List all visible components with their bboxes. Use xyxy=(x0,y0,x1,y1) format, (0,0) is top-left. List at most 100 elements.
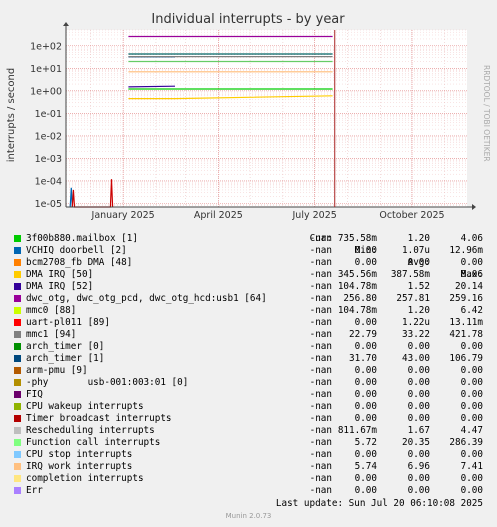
legend-avg: 33.22 xyxy=(402,329,430,340)
chart-title: Individual interrupts - by year xyxy=(151,12,345,27)
legend-cur: -nan xyxy=(309,413,332,424)
legend-row: CPU stop interrupts -nan 0.00 0.00 0.00 xyxy=(0,449,497,461)
legend-max: 286.39 xyxy=(449,437,483,448)
legend-avg: 0.00 xyxy=(407,341,430,352)
legend-cur: -nan xyxy=(309,389,332,400)
legend-avg: 0.00 xyxy=(407,377,430,388)
legend-swatch xyxy=(14,439,21,446)
legend-avg: 1.20 xyxy=(407,233,430,244)
legend-name: mmc0 [88] xyxy=(26,305,77,316)
legend-swatch xyxy=(14,319,21,326)
y-tick-label: 1e-05 xyxy=(35,199,62,210)
legend-row: DMA IRQ [50] -nan 345.56m 387.58m 8.06 xyxy=(0,269,497,281)
legend-max: 0.00 xyxy=(460,389,483,400)
legend-name: mmc1 [94] xyxy=(26,329,77,340)
legend-row: Rescheduling interrupts -nan 811.67m 1.67 4.… xyxy=(0,425,497,437)
legend-name: DMA IRQ [52] xyxy=(26,281,94,292)
y-tick-label: 1e-03 xyxy=(35,154,62,165)
legend-swatch xyxy=(14,427,21,434)
legend-min: 5.72 xyxy=(354,437,377,448)
legend-name: arch_timer [1] xyxy=(26,353,105,364)
legend-max: 20.14 xyxy=(455,281,483,292)
legend-cur: -nan xyxy=(309,293,332,304)
y-tick-label: 1e+00 xyxy=(30,86,62,97)
legend-name: Rescheduling interrupts xyxy=(26,425,155,436)
legend-avg: 0.00 xyxy=(407,401,430,412)
legend-avg: 1.20 xyxy=(407,305,430,316)
legend-row: bcm2708_fb DMA [48] -nan 0.00 0.00 0.00 xyxy=(0,257,497,269)
legend-name: Timer broadcast interrupts xyxy=(26,413,172,424)
legend-min: 345.56m xyxy=(337,269,377,280)
legend-swatch xyxy=(14,307,21,314)
legend-max: 0.00 xyxy=(460,377,483,388)
legend-swatch xyxy=(14,367,21,374)
legend-avg: 0.00 xyxy=(407,257,430,268)
legend-row: mmc1 [94] -nan 22.79 33.22 421.78 xyxy=(0,329,497,341)
legend-avg: 1.67 xyxy=(407,425,430,436)
legend-row: VCHIQ doorbell [2] -nan 0.00 1.07u 12.96m xyxy=(0,245,497,257)
legend-row: CPU wakeup interrupts -nan 0.00 0.00 0.00 xyxy=(0,401,497,413)
legend-swatch xyxy=(14,487,21,494)
legend-cur: -nan xyxy=(309,473,332,484)
legend-avg: 20.35 xyxy=(402,437,430,448)
legend-swatch xyxy=(14,475,21,482)
legend-avg: 1.07u xyxy=(402,245,430,256)
legend-min: 0.00 xyxy=(354,341,377,352)
legend-cur: -nan xyxy=(309,329,332,340)
legend-min: 0.00 xyxy=(354,317,377,328)
legend-row: arm-pmu [9] -nan 0.00 0.00 0.00 xyxy=(0,365,497,377)
legend-max: 12.96m xyxy=(449,245,483,256)
legend-min: 0.00 xyxy=(354,449,377,460)
legend-cur: -nan xyxy=(309,341,332,352)
legend-max: 0.00 xyxy=(460,449,483,460)
y-tick-label: 1e-04 xyxy=(35,176,62,187)
legend-name: arm-pmu [9] xyxy=(26,365,88,376)
legend-max: 4.47 xyxy=(460,425,483,436)
legend-swatch xyxy=(14,247,21,254)
y-tick-label: 1e+01 xyxy=(30,64,62,75)
legend-name: -phy usb-001:003:01 [0] xyxy=(26,377,189,388)
legend-name: 3f00b880.mailbox [1] xyxy=(26,233,138,244)
x-tick-label: July 2025 xyxy=(292,210,337,221)
legend-swatch xyxy=(14,235,21,242)
legend: Cur: Min: Avg: Max: 3f00b880.mailbox [1]… xyxy=(0,221,497,497)
legend-avg: 0.00 xyxy=(407,449,430,460)
legend-avg: 0.00 xyxy=(407,485,430,496)
legend-name: CPU wakeup interrupts xyxy=(26,401,144,412)
legend-avg: 0.00 xyxy=(407,473,430,484)
legend-name: completion interrupts xyxy=(26,473,144,484)
legend-min: 735.58m xyxy=(337,233,377,244)
legend-max: 0.00 xyxy=(460,257,483,268)
legend-row: mmc0 [88] -nan 104.78m 1.20 6.42 xyxy=(0,305,497,317)
legend-min: 5.74 xyxy=(354,461,377,472)
legend-row: Function call interrupts -nan 5.72 20.35 286… xyxy=(0,437,497,449)
legend-min: 0.00 xyxy=(354,389,377,400)
legend-cur: -nan xyxy=(309,485,332,496)
legend-swatch xyxy=(14,283,21,290)
legend-row: arch_timer [0] -nan 0.00 0.00 0.00 xyxy=(0,341,497,353)
legend-row: Timer broadcast interrupts -nan 0.00 0.00 0.… xyxy=(0,413,497,425)
legend-cur: -nan xyxy=(309,401,332,412)
legend-name: Function call interrupts xyxy=(26,437,161,448)
legend-swatch xyxy=(14,403,21,410)
legend-cur: -nan xyxy=(309,245,332,256)
legend-min: 0.00 xyxy=(354,413,377,424)
legend-min: 22.79 xyxy=(349,329,377,340)
legend-row: -phy usb-001:003:01 [0] -nan 0.00 0.00 0.00 xyxy=(0,377,497,389)
legend-max: 106.79 xyxy=(449,353,483,364)
legend-max: 13.11m xyxy=(449,317,483,328)
legend-cur: -nan xyxy=(309,317,332,328)
legend-swatch xyxy=(14,271,21,278)
legend-min: 0.00 xyxy=(354,473,377,484)
y-tick-label: 1e-02 xyxy=(35,131,62,142)
legend-max: 0.00 xyxy=(460,473,483,484)
legend-row: uart-pl011 [89] -nan 0.00 1.22u 13.11m xyxy=(0,317,497,329)
legend-name: uart-pl011 [89] xyxy=(26,317,110,328)
legend-cur: -nan xyxy=(309,377,332,388)
legend-min: 0.00 xyxy=(354,401,377,412)
legend-max: 4.06 xyxy=(460,233,483,244)
legend-cur: -nan xyxy=(309,449,332,460)
legend-swatch xyxy=(14,391,21,398)
legend-avg: 1.22u xyxy=(402,317,430,328)
generator-label: Munin 2.0.73 xyxy=(225,512,272,520)
